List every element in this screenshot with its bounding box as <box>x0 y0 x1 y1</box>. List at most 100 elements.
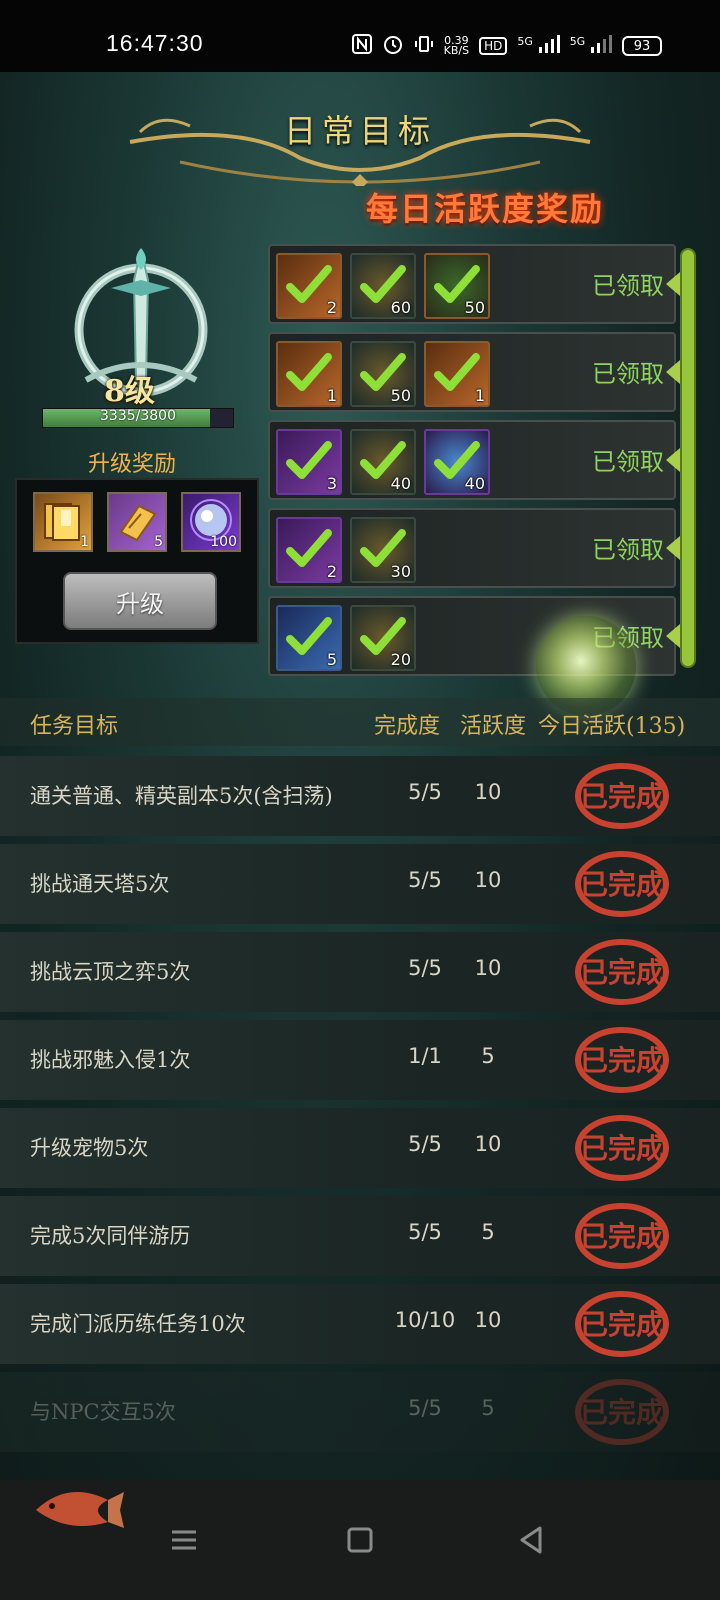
task-row: 完成5次同伴游历 5/5 5 已完成 <box>0 1196 720 1276</box>
upgrade-item-book[interactable]: 1 <box>33 492 93 552</box>
item-count: 50 <box>464 298 485 317</box>
header-today-activity: 今日活跃(135) <box>538 714 686 739</box>
task-progress: 5/5 <box>408 1396 442 1420</box>
level-label: 8级 <box>104 374 155 409</box>
signal-bars-icon <box>538 35 560 53</box>
home-icon[interactable] <box>340 1520 380 1560</box>
task-activity: 10 <box>474 1132 502 1156</box>
signal-1-label: 5G <box>517 35 533 48</box>
task-progress: 1/1 <box>408 1044 442 1068</box>
reward-item[interactable]: 50 <box>350 341 416 407</box>
header-progress: 完成度 <box>374 714 441 739</box>
status-time: 16:47:30 <box>106 30 204 56</box>
claimed-label: 已领取 <box>592 360 664 388</box>
item-count: 1 <box>80 534 89 550</box>
completed-stamp-icon: 已完成 <box>575 939 669 1005</box>
task-table-header: 任务目标 完成度 活跃度 今日活跃(135) <box>0 698 720 746</box>
task-progress: 5/5 <box>408 780 442 804</box>
stamp-text: 已完成 <box>580 1308 664 1341</box>
stamp-text: 已完成 <box>580 780 664 813</box>
item-count: 3 <box>326 474 337 493</box>
item-count: 20 <box>390 650 411 669</box>
task-name: 通关普通、精英副本5次(含扫荡) <box>30 784 333 808</box>
status-icons: 0.39 KB/S HD 5G 5G 93 <box>351 33 662 59</box>
task-row: 与NPC交互5次 5/5 5 已完成 <box>0 1372 720 1452</box>
item-count: 5 <box>154 534 163 550</box>
alarm-icon <box>382 33 404 59</box>
task-name: 完成门派历练任务10次 <box>30 1312 246 1336</box>
header-task: 任务目标 <box>30 714 119 739</box>
reward-item[interactable]: 60 <box>350 253 416 319</box>
upgrade-reward-title: 升级奖励 <box>88 452 177 477</box>
task-activity: 10 <box>474 780 502 804</box>
item-count: 2 <box>326 298 337 317</box>
koi-fish-icon[interactable] <box>28 1470 128 1540</box>
reward-item[interactable]: 3 <box>276 429 342 495</box>
item-count: 2 <box>326 562 337 581</box>
stamp-text: 已完成 <box>580 1132 664 1165</box>
progress-marker <box>666 272 680 296</box>
reward-item[interactable]: 2 <box>276 517 342 583</box>
signal-1: 5G <box>517 35 560 57</box>
upgrade-button[interactable]: 升级 <box>63 572 217 630</box>
claimed-label: 已领取 <box>592 272 664 300</box>
item-count: 1 <box>474 386 485 405</box>
task-row: 挑战邪魅入侵1次 1/1 5 已完成 <box>0 1020 720 1100</box>
task-row: 升级宠物5次 5/5 10 已完成 <box>0 1108 720 1188</box>
item-count: 1 <box>326 386 337 405</box>
stamp-text: 已完成 <box>580 956 664 989</box>
reward-row: 3 40 40 已领取 <box>268 420 680 500</box>
reward-row: 1 50 1 已领取 <box>268 332 680 412</box>
network-speed: 0.39 KB/S <box>443 35 470 57</box>
task-name: 挑战通天塔5次 <box>30 872 170 896</box>
progress-marker <box>666 624 680 648</box>
stamp-text: 已完成 <box>580 1044 664 1077</box>
hd-badge: HD <box>479 37 508 55</box>
reward-item[interactable]: 2 <box>276 253 342 319</box>
item-count: 40 <box>464 474 485 493</box>
completed-stamp-icon: 已完成 <box>575 1379 669 1445</box>
menu-icon[interactable] <box>164 1520 204 1560</box>
task-row: 挑战云顶之弈5次 5/5 10 已完成 <box>0 932 720 1012</box>
item-count: 5 <box>326 650 337 669</box>
upgrade-reward-panel: 1 5 100 升级 <box>15 478 259 644</box>
task-activity: 10 <box>474 868 502 892</box>
task-row: 挑战通天塔5次 5/5 10 已完成 <box>0 844 720 924</box>
reward-item[interactable]: 30 <box>350 517 416 583</box>
back-icon[interactable] <box>512 1520 552 1560</box>
progress-marker <box>666 360 680 384</box>
task-row: 完成门派历练任务10次 10/10 10 已完成 <box>0 1284 720 1364</box>
completed-stamp-icon: 已完成 <box>575 1115 669 1181</box>
completed-stamp-icon: 已完成 <box>575 1203 669 1269</box>
item-count: 30 <box>390 562 411 581</box>
reward-item[interactable]: 1 <box>424 341 490 407</box>
completed-stamp-icon: 已完成 <box>575 1027 669 1093</box>
battery-icon: 93 <box>622 36 662 56</box>
reward-item[interactable]: 20 <box>350 605 416 671</box>
reward-item[interactable]: 5 <box>276 605 342 671</box>
game-screen: 日常目标 每日活跃度奖励 8级 3335/3800 升级奖励 1 5 100 升… <box>0 72 720 1512</box>
completed-stamp-icon: 已完成 <box>575 851 669 917</box>
signal-2-label: 5G <box>569 35 586 48</box>
reward-item[interactable]: 1 <box>276 341 342 407</box>
reward-item[interactable]: 40 <box>424 429 490 495</box>
reward-item[interactable]: 50 <box>424 253 490 319</box>
task-progress: 5/5 <box>408 1132 442 1156</box>
stamp-text: 已完成 <box>580 868 664 901</box>
completed-stamp-icon: 已完成 <box>575 763 669 829</box>
task-activity: 5 <box>481 1396 495 1420</box>
xp-bar: 3335/3800 <box>42 408 234 428</box>
upgrade-item-crystal[interactable]: 100 <box>181 492 241 552</box>
reward-item[interactable]: 40 <box>350 429 416 495</box>
item-count: 60 <box>390 298 411 317</box>
task-name: 完成5次同伴游历 <box>30 1224 191 1248</box>
task-progress: 5/5 <box>408 868 442 892</box>
upgrade-item-scroll[interactable]: 5 <box>107 492 167 552</box>
task-activity: 5 <box>481 1044 495 1068</box>
speed-unit: KB/S <box>443 44 470 57</box>
reward-list: 2 60 50 已领取 1 50 1 已领取 3 40 40 已领取 2 30 … <box>268 244 680 684</box>
completed-stamp-icon: 已完成 <box>575 1291 669 1357</box>
page-title: 日常目标 <box>283 112 436 150</box>
reward-row: 2 60 50 已领取 <box>268 244 680 324</box>
task-progress: 5/5 <box>408 1220 442 1244</box>
